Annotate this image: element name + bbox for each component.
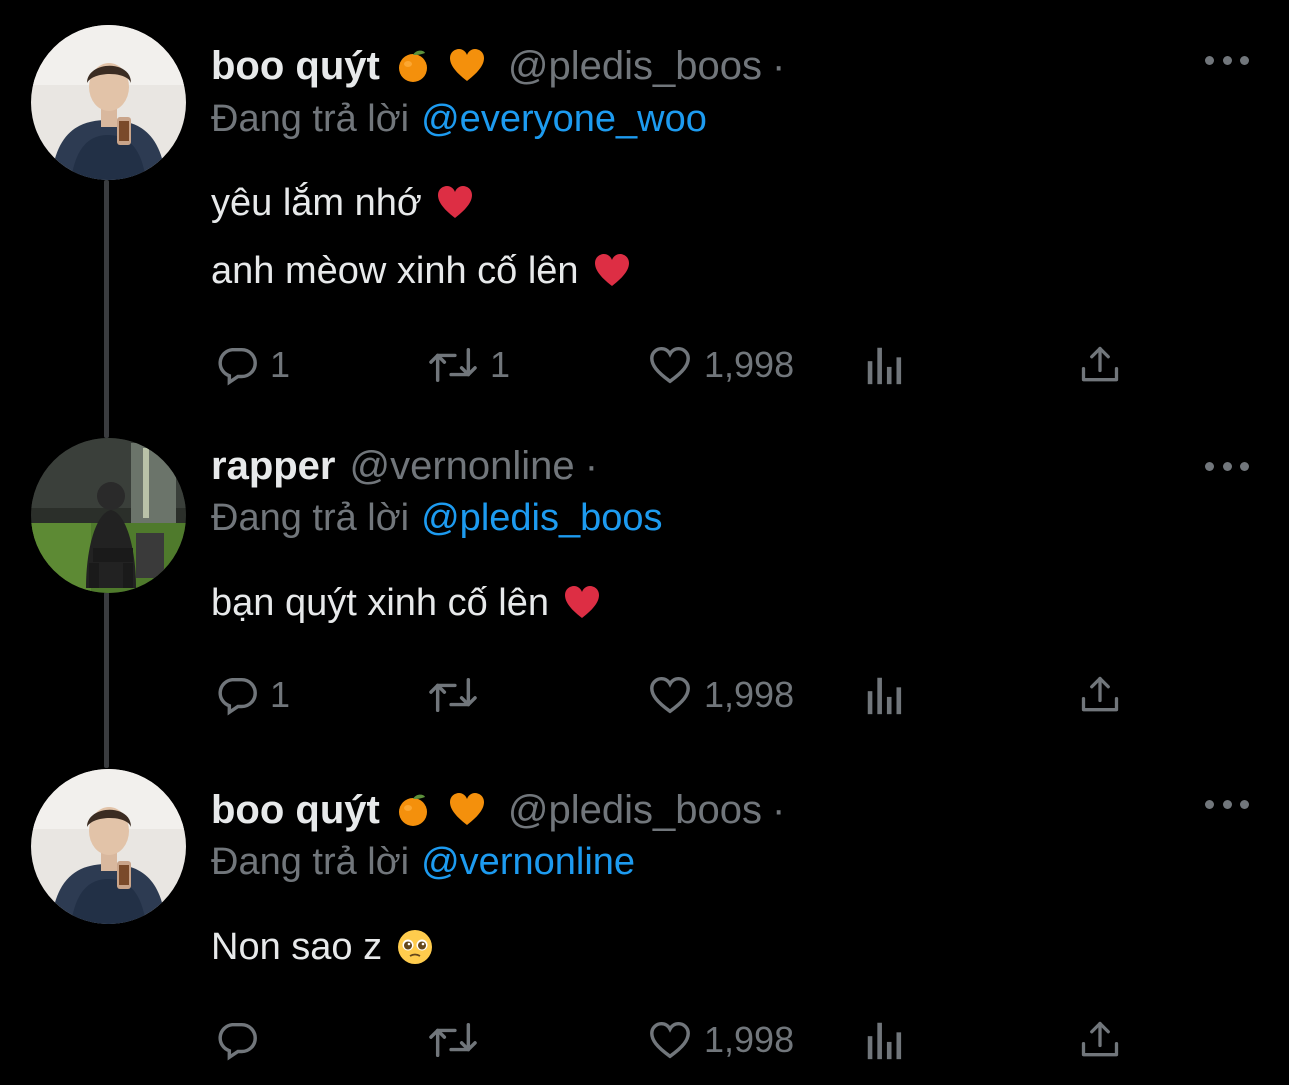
reply-context: Đang trả lời @pledis_boos <box>211 495 663 541</box>
reply-prefix: Đang trả lời <box>211 98 410 140</box>
like-button[interactable]: 1,998 <box>646 670 794 720</box>
like-count: 1,998 <box>704 1019 795 1060</box>
analytics-icon <box>867 677 902 715</box>
avatar[interactable] <box>31 769 186 924</box>
reply-to-link[interactable]: @vernonline <box>421 841 635 883</box>
display-name[interactable]: rapper <box>211 442 336 490</box>
separator-dot: · <box>584 444 599 488</box>
like-button[interactable]: 1,998 <box>646 1015 794 1065</box>
orange-heart-emoji-icon <box>448 47 486 85</box>
reply-count: 1 <box>270 344 291 385</box>
tweet-actions: 1,998 <box>0 1015 1289 1065</box>
avatar[interactable] <box>31 25 186 180</box>
retweet-button[interactable]: 1 <box>426 340 510 390</box>
red-heart-emoji-icon <box>436 184 474 222</box>
tweet[interactable]: boo quýt @pledis_boos · Đang trả lời @eve… <box>0 0 1289 420</box>
tweet-text: bạn quýt xinh cố lên <box>211 582 550 624</box>
user-handle[interactable]: @pledis_boos <box>508 786 762 834</box>
separator-dot: · <box>771 44 786 88</box>
tweet-text-line: bạn quýt xinh cố lên <box>211 580 601 626</box>
avatar[interactable] <box>31 438 186 593</box>
reply-prefix: Đang trả lời <box>211 497 410 539</box>
display-name[interactable]: boo quýt <box>211 42 380 90</box>
views-button[interactable] <box>864 1015 906 1065</box>
share-icon <box>1081 346 1119 382</box>
retweet-icon <box>429 1022 477 1058</box>
analytics-icon <box>867 1022 902 1060</box>
more-options-icon[interactable] <box>1205 794 1249 814</box>
retweet-button[interactable] <box>426 1015 490 1065</box>
share-button[interactable] <box>1078 340 1122 390</box>
views-button[interactable] <box>864 340 906 390</box>
tangerine-emoji-icon <box>394 47 432 85</box>
reply-button[interactable]: 1 <box>214 670 290 720</box>
reply-prefix: Đang trả lời <box>211 841 410 883</box>
reply-to-link[interactable]: @everyone_woo <box>421 98 707 140</box>
tweet-text-line: anh mèow xinh cố lên <box>211 248 631 294</box>
red-heart-emoji-icon <box>563 584 601 622</box>
like-count: 1,998 <box>704 674 795 715</box>
tweet-text: Non sao z <box>211 926 383 968</box>
share-button[interactable] <box>1078 1015 1122 1065</box>
analytics-icon <box>867 347 902 385</box>
reply-button[interactable]: 1 <box>214 340 290 390</box>
red-heart-emoji-icon <box>593 252 631 290</box>
user-handle[interactable]: @vernonline <box>350 442 575 490</box>
orange-heart-emoji-icon <box>448 791 486 829</box>
share-icon <box>1081 676 1119 712</box>
like-button[interactable]: 1,998 <box>646 340 794 390</box>
retweet-icon <box>429 677 477 713</box>
reply-icon <box>218 347 257 386</box>
reply-context: Đang trả lời @everyone_woo <box>211 96 707 142</box>
reply-count: 1 <box>270 674 291 715</box>
reply-context: Đang trả lời @vernonline <box>211 839 635 885</box>
more-options-icon[interactable] <box>1205 50 1249 70</box>
reply-icon <box>218 677 257 716</box>
heart-icon <box>650 676 690 714</box>
share-button[interactable] <box>1078 670 1122 720</box>
retweet-count: 1 <box>490 344 511 385</box>
tweet-text: yêu lắm nhớ <box>211 182 422 224</box>
retweet-button[interactable] <box>426 670 490 720</box>
tweet-text-line: yêu lắm nhớ <box>211 180 474 226</box>
more-options-icon[interactable] <box>1205 456 1249 476</box>
tweet-header: rapper @vernonline · <box>211 442 598 490</box>
user-handle[interactable]: @pledis_boos <box>508 42 762 90</box>
tweet-actions: 1 1,998 <box>0 670 1289 720</box>
tweet-text-line: Non sao z <box>211 924 434 970</box>
separator-dot: · <box>771 788 786 832</box>
tweet-header: boo quýt @pledis_boos · <box>211 786 785 834</box>
reply-icon <box>218 1022 257 1061</box>
reply-to-link[interactable]: @pledis_boos <box>421 497 662 539</box>
retweet-icon <box>429 347 477 383</box>
tangerine-emoji-icon <box>394 791 432 829</box>
views-button[interactable] <box>864 670 906 720</box>
like-count: 1,998 <box>704 344 795 385</box>
tweet[interactable]: rapper @vernonline · Đang trả lời @pledis… <box>0 420 1289 750</box>
tweet-text: anh mèow xinh cố lên <box>211 250 579 292</box>
reply-button[interactable] <box>214 1015 270 1065</box>
heart-icon <box>650 1021 690 1059</box>
heart-icon <box>650 346 690 384</box>
tweet[interactable]: boo quýt @pledis_boos · Đang trả lời @ver… <box>0 750 1289 1085</box>
tweet-header: boo quýt @pledis_boos · <box>211 42 785 90</box>
share-icon <box>1081 1021 1119 1057</box>
tweet-actions: 1 1 1,998 <box>0 340 1289 390</box>
pleading-face-emoji-icon <box>396 928 434 966</box>
display-name[interactable]: boo quýt <box>211 786 380 834</box>
